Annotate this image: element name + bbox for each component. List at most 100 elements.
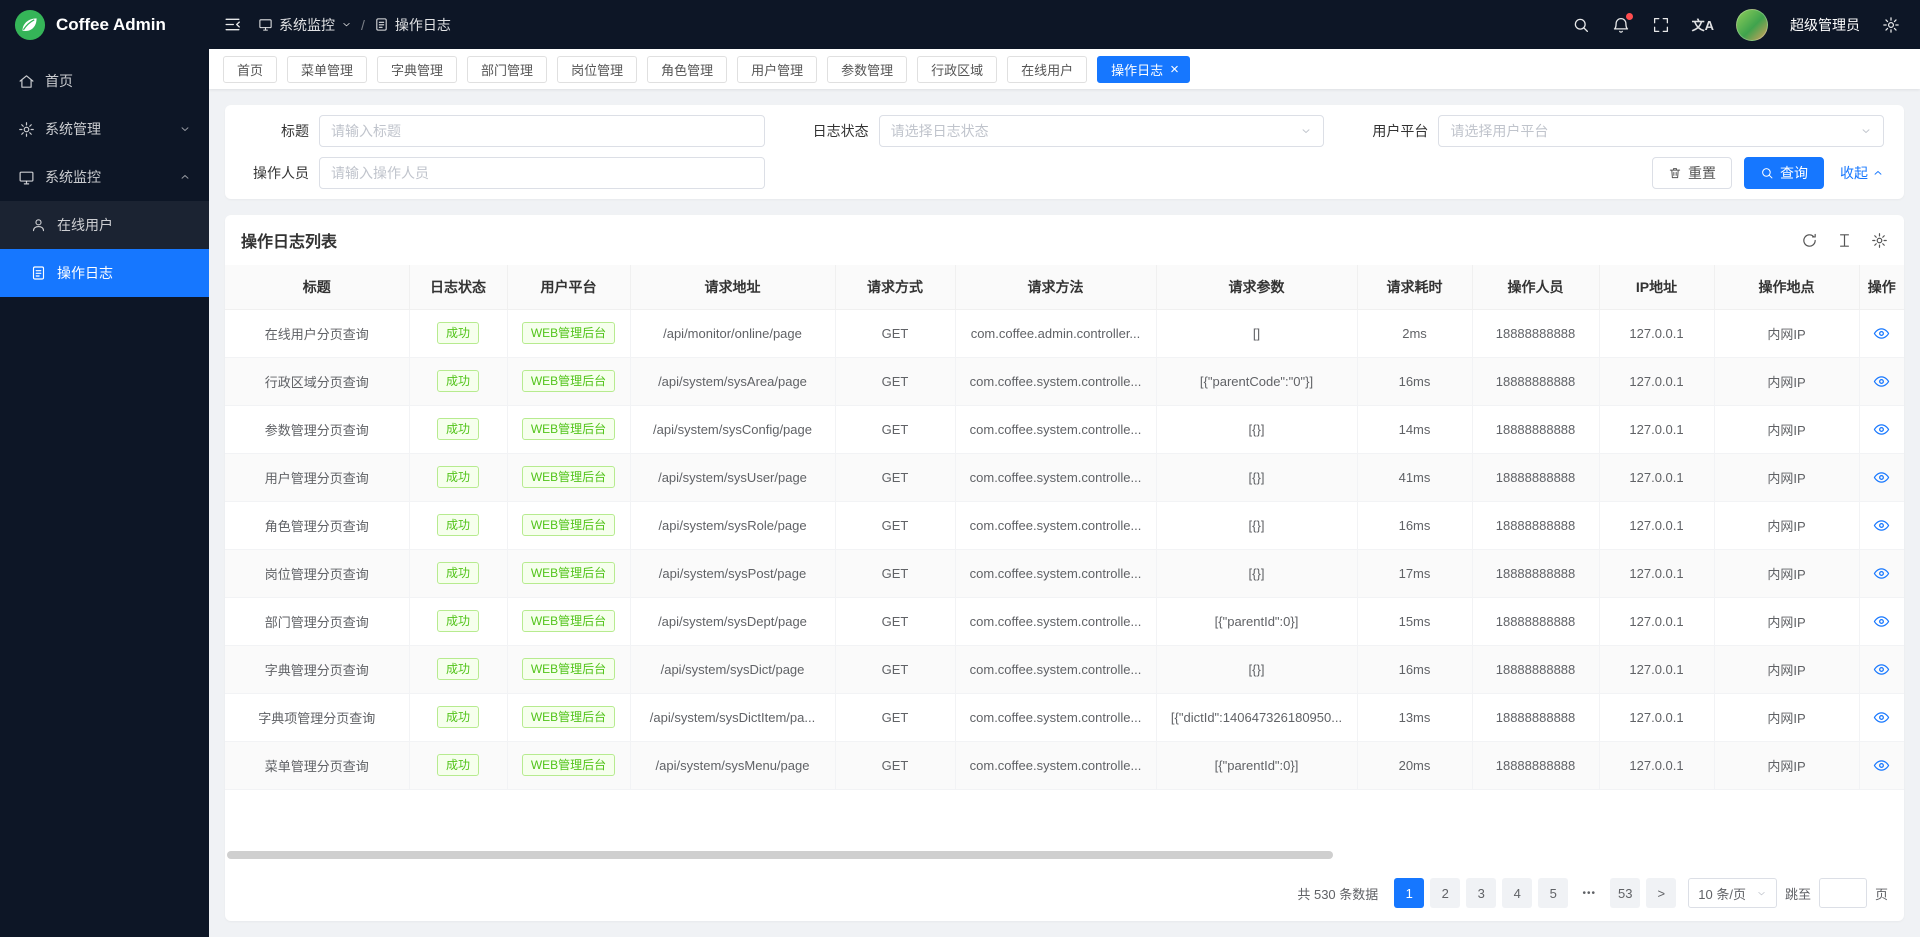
notification-bell-icon[interactable]	[1612, 16, 1630, 34]
current-user-name[interactable]: 超级管理员	[1790, 15, 1860, 35]
cell-location: 内网IP	[1714, 501, 1859, 549]
column-settings-gear-icon[interactable]	[1871, 232, 1888, 249]
cell-time: 2ms	[1357, 309, 1472, 357]
collapse-filter-link[interactable]: 收起	[1840, 163, 1884, 183]
cell-params: [{"dictId":140647326180950...	[1156, 693, 1357, 741]
page-button-5[interactable]: 5	[1538, 878, 1568, 908]
sidebar-item-operation-log[interactable]: 操作日志	[0, 249, 209, 297]
cell-method: GET	[835, 501, 955, 549]
tab-菜单管理[interactable]: 菜单管理	[287, 56, 367, 83]
sidebar-item-online-users[interactable]: 在线用户	[0, 201, 209, 249]
breadcrumb-item-monitor[interactable]: 系统监控	[258, 15, 352, 35]
search-icon	[1760, 166, 1774, 180]
layout-setting-icon[interactable]	[1890, 61, 1906, 77]
cell-time: 17ms	[1357, 549, 1472, 597]
cell-platform: WEB管理后台	[507, 645, 630, 693]
view-detail-eye-icon[interactable]	[1873, 565, 1890, 582]
refresh-tab-icon[interactable]	[1824, 61, 1840, 77]
sidebar-item-label: 系统管理	[45, 119, 101, 139]
user-platform-select[interactable]: 请选择用户平台	[1438, 115, 1884, 147]
page-button-4[interactable]: 4	[1502, 878, 1532, 908]
cell-func: com.coffee.system.controlle...	[955, 549, 1156, 597]
page-button-1[interactable]: 1	[1394, 878, 1424, 908]
horizontal-scrollbar-thumb[interactable]	[227, 851, 1333, 859]
status-tag: 成功	[437, 610, 479, 632]
column-header-title: 标题	[225, 265, 409, 309]
cell-url: /api/system/sysMenu/page	[630, 741, 835, 789]
settings-gear-icon[interactable]	[1882, 16, 1900, 34]
operator-input[interactable]	[319, 157, 765, 189]
tab-用户管理[interactable]: 用户管理	[737, 56, 817, 83]
close-tab-icon[interactable]: ×	[1170, 62, 1179, 77]
tab-岗位管理[interactable]: 岗位管理	[557, 56, 637, 83]
view-detail-eye-icon[interactable]	[1873, 757, 1890, 774]
tab-行政区域[interactable]: 行政区域	[917, 56, 997, 83]
tab-menu-chevron-icon[interactable]	[1858, 62, 1872, 76]
jump-page-input[interactable]	[1819, 878, 1867, 908]
logo[interactable]: Coffee Admin	[0, 0, 209, 49]
tab-在线用户[interactable]: 在线用户	[1007, 56, 1087, 83]
view-detail-eye-icon[interactable]	[1873, 517, 1890, 534]
page-size-value: 10 条/页	[1698, 884, 1746, 903]
tab-角色管理[interactable]: 角色管理	[647, 56, 727, 83]
table-card-header: 操作日志列表	[225, 215, 1904, 265]
page-button-3[interactable]: 3	[1466, 878, 1496, 908]
tab-操作日志[interactable]: 操作日志×	[1097, 56, 1190, 83]
page-button-53[interactable]: 53	[1610, 878, 1640, 908]
sidebar-item-system-monitor[interactable]: 系统监控	[0, 153, 209, 201]
cell-method: GET	[835, 405, 955, 453]
view-detail-eye-icon[interactable]	[1873, 421, 1890, 438]
cell-status: 成功	[409, 501, 507, 549]
cell-method: GET	[835, 357, 955, 405]
tab-字典管理[interactable]: 字典管理	[377, 56, 457, 83]
cell-ip: 127.0.0.1	[1599, 501, 1714, 549]
cell-action	[1859, 597, 1904, 645]
view-detail-eye-icon[interactable]	[1873, 373, 1890, 390]
cell-platform: WEB管理后台	[507, 453, 630, 501]
column-header-method: 请求方式	[835, 265, 955, 309]
sidebar-item-label: 在线用户	[57, 215, 113, 235]
coffee-logo-icon	[14, 9, 46, 41]
view-detail-eye-icon[interactable]	[1873, 709, 1890, 726]
density-icon[interactable]	[1836, 232, 1853, 249]
chevron-down-icon	[1860, 125, 1872, 137]
log-status-select[interactable]: 请选择日志状态	[879, 115, 1325, 147]
table-row: 字典项管理分页查询成功WEB管理后台/api/system/sysDictIte…	[225, 693, 1904, 741]
sidebar-item-home[interactable]: 首页	[0, 57, 209, 105]
sidebar-item-label: 系统监控	[45, 167, 101, 187]
title-input[interactable]	[319, 115, 765, 147]
reset-button[interactable]: 重置	[1652, 157, 1732, 189]
trash-icon	[1668, 166, 1682, 180]
cell-params: []	[1156, 309, 1357, 357]
cell-title: 行政区域分页查询	[225, 357, 409, 405]
tab-部门管理[interactable]: 部门管理	[467, 56, 547, 83]
cell-ip: 127.0.0.1	[1599, 645, 1714, 693]
pagination: 共 530 条数据 12345•••53> 10 条/页 跳至 页	[225, 865, 1904, 921]
refresh-table-icon[interactable]	[1801, 232, 1818, 249]
query-button[interactable]: 查询	[1744, 157, 1824, 189]
page-size-select[interactable]: 10 条/页	[1688, 878, 1777, 908]
page-ellipsis[interactable]: •••	[1574, 878, 1604, 908]
tab-label: 部门管理	[481, 60, 533, 79]
tab-首页[interactable]: 首页	[223, 56, 277, 83]
cell-func: com.coffee.system.controlle...	[955, 453, 1156, 501]
view-detail-eye-icon[interactable]	[1873, 325, 1890, 342]
view-detail-eye-icon[interactable]	[1873, 613, 1890, 630]
search-icon[interactable]	[1572, 16, 1590, 34]
monitor-icon	[18, 169, 35, 186]
sidebar-item-label: 首页	[45, 71, 73, 91]
view-detail-eye-icon[interactable]	[1873, 661, 1890, 678]
cell-operator: 18888888888	[1472, 357, 1599, 405]
column-header-url: 请求地址	[630, 265, 835, 309]
fullscreen-icon[interactable]	[1652, 16, 1670, 34]
sidebar-item-system-management[interactable]: 系统管理	[0, 105, 209, 153]
view-detail-eye-icon[interactable]	[1873, 469, 1890, 486]
cell-status: 成功	[409, 741, 507, 789]
cell-url: /api/system/sysDict/page	[630, 645, 835, 693]
tab-参数管理[interactable]: 参数管理	[827, 56, 907, 83]
avatar[interactable]	[1736, 9, 1768, 41]
translate-icon[interactable]: 文A	[1692, 15, 1714, 34]
next-page-button[interactable]: >	[1646, 878, 1676, 908]
page-button-2[interactable]: 2	[1430, 878, 1460, 908]
menu-fold-icon[interactable]	[223, 15, 242, 34]
